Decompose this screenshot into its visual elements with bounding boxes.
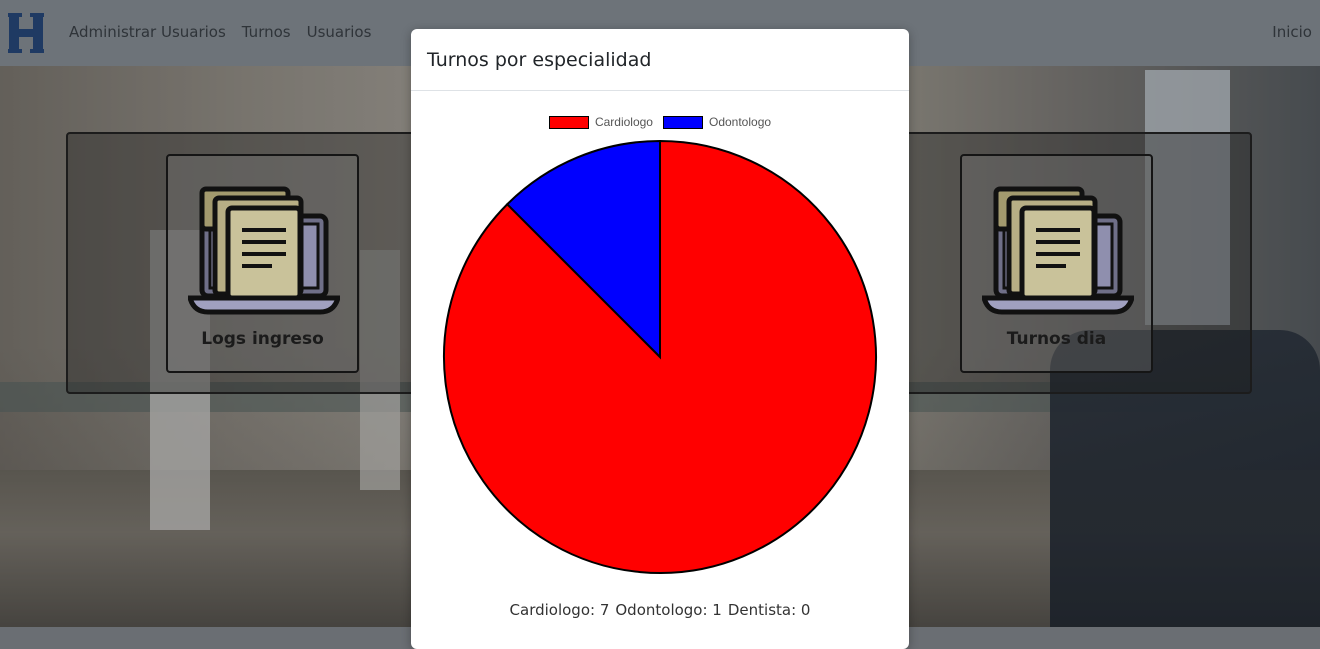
count-dentista: Dentista: 0 — [727, 601, 811, 619]
modal-title: Turnos por especialidad — [427, 49, 652, 71]
nav-link-usuarios[interactable]: Usuarios — [307, 23, 372, 41]
hospital-logo-icon[interactable] — [8, 12, 44, 54]
chart-modal: Turnos por especialidad Cardiologo Odonto… — [411, 29, 909, 649]
chart-legend: Cardiologo Odontologo — [411, 115, 909, 129]
counts-summary: Cardiologo: 7 Odontologo: 1 Dentista: 0 — [411, 601, 909, 619]
legend-swatch — [548, 115, 589, 129]
pie-chart — [443, 139, 877, 574]
legend-item-cardiologo[interactable]: Cardiologo — [548, 115, 653, 129]
nav-link-administrar-usuarios[interactable]: Administrar Usuarios — [69, 23, 226, 41]
legend-item-odontologo[interactable]: Odontologo — [662, 115, 772, 129]
legend-label: Cardiologo — [594, 115, 653, 129]
documents-laptop-icon — [188, 186, 340, 315]
documents-laptop-icon — [982, 186, 1134, 315]
count-cardiologo: Cardiologo: 7 — [509, 601, 610, 619]
nav-link-turnos[interactable]: Turnos — [242, 23, 291, 41]
card-logs-ingreso[interactable]: Logs ingreso — [166, 154, 359, 373]
legend-swatch — [662, 115, 703, 129]
modal-header: Turnos por especialidad — [411, 29, 909, 91]
legend-label: Odontologo — [708, 115, 772, 129]
card-turnos-dia[interactable]: Turnos dia — [960, 154, 1153, 373]
nav-links: Administrar Usuarios Turnos Usuarios — [69, 23, 371, 41]
card-label: Logs ingreso — [201, 329, 324, 349]
count-odontologo: Odontologo: 1 — [615, 601, 722, 619]
card-label: Turnos dia — [1006, 329, 1107, 349]
nav-link-inicio[interactable]: Inicio — [1272, 23, 1312, 41]
